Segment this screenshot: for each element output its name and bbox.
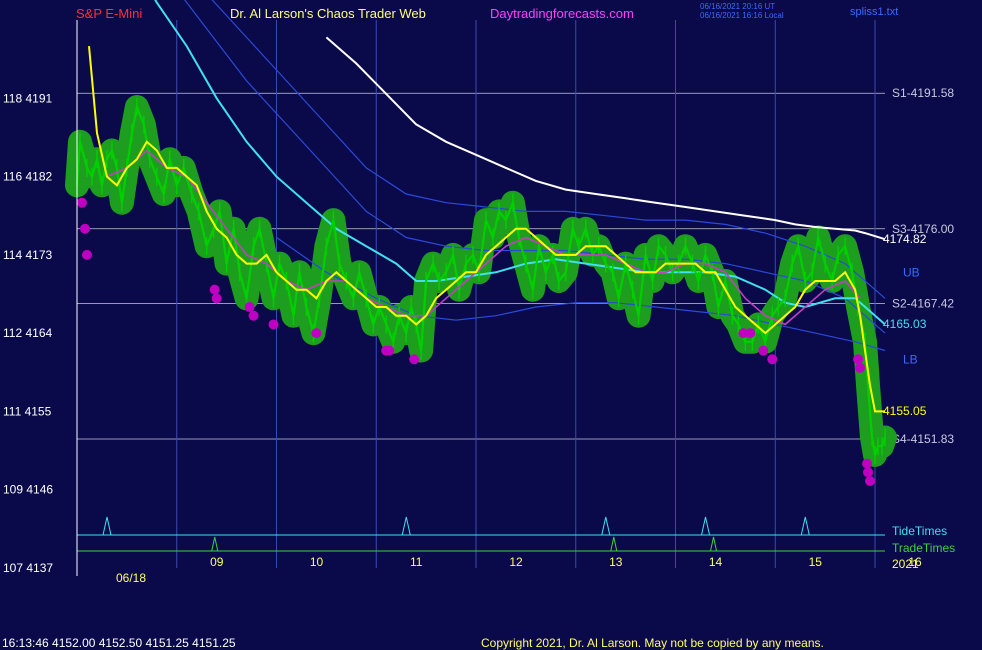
pivot-marker <box>853 354 864 365</box>
pivot-marker <box>79 223 90 234</box>
pivot-marker <box>248 310 259 321</box>
y-tick-label: 118 4191 <box>3 91 52 105</box>
price-series <box>75 46 887 464</box>
local-stamp: 06/16/2021 16:16 Local <box>700 11 784 20</box>
x-tick-label: 14 <box>709 555 723 569</box>
pivot-marker <box>865 476 876 487</box>
level-label: S4-4151.83 <box>892 432 954 446</box>
pivot-marker <box>76 197 87 208</box>
pivot-marker <box>81 249 92 260</box>
site-title: Dr. Al Larson's Chaos Trader Web <box>230 6 426 21</box>
pivot-marker <box>855 362 866 373</box>
y-tick-label: 111 4155 <box>3 404 52 418</box>
chart-canvas: S1-4191.58S3-4176.00S2-4167.42S4-4151.83… <box>3 0 955 585</box>
tide-spike <box>701 516 711 536</box>
x-tick-label: 12 <box>509 555 523 569</box>
utc-stamp: 06/16/2021 20:16 UT <box>700 2 776 11</box>
trade-times-label: TradeTimes <box>892 541 955 555</box>
x-tick-label: 15 <box>809 555 823 569</box>
x-tick-label: 09 <box>210 555 224 569</box>
y-tick-label: 112 4164 <box>3 326 52 340</box>
level-label: S2-4167.42 <box>892 296 954 310</box>
x-tick-label: 11 <box>410 555 423 569</box>
quote-readout: 16:13:46 4152.00 4152.50 4151.25 4151.25 <box>2 636 236 650</box>
pivot-marker <box>758 345 769 356</box>
x-start-label: 06/18 <box>116 571 146 585</box>
pivot-marker <box>209 284 220 295</box>
trade-spike <box>610 536 618 552</box>
end-value-label: 4155.05 <box>883 404 927 418</box>
pivot-marker <box>384 345 395 356</box>
x-end-label: 2021 <box>892 557 919 571</box>
tide-spike <box>401 516 411 536</box>
pivot-marker <box>745 328 756 339</box>
trade-spike <box>211 536 219 552</box>
upper-band-label: UB <box>903 266 920 280</box>
tide-spike <box>800 516 810 536</box>
y-tick-label: 114 4173 <box>3 248 52 262</box>
pivot-marker <box>268 319 279 330</box>
pivot-marker <box>863 467 874 478</box>
y-tick-label: 109 4146 <box>3 483 53 497</box>
copyright: Copyright 2021, Dr. Al Larson. May not b… <box>481 636 824 650</box>
price-glow <box>65 95 897 467</box>
price-glow-line <box>65 95 897 467</box>
instrument-title: S&P E-Mini <box>76 6 143 21</box>
y-tick-label: 107 4137 <box>3 561 53 575</box>
pivot-marker <box>862 458 873 469</box>
tide-spike <box>601 516 611 536</box>
site-url[interactable]: Daytradingforecasts.com <box>490 6 634 21</box>
pivot-marker <box>767 354 778 365</box>
x-tick-label: 13 <box>609 555 623 569</box>
y-tick-label: 116 4182 <box>3 170 52 184</box>
time-grid <box>76 20 876 568</box>
white-ma-line <box>325 36 886 241</box>
level-label: S1-4191.58 <box>892 86 954 100</box>
tide-spike <box>102 516 112 536</box>
lower-band-label: LB <box>903 353 918 367</box>
end-value-label: 4174.82 <box>883 232 927 246</box>
pivot-marker <box>409 354 420 365</box>
end-value-label: 4165.03 <box>883 317 927 331</box>
x-tick-label: 10 <box>310 555 324 569</box>
data-file: spliss1.txt <box>850 6 899 18</box>
pivot-marker <box>244 302 255 313</box>
tide-times-label: TideTimes <box>892 524 947 538</box>
pivot-marker <box>211 293 222 304</box>
pivot-marker <box>311 328 322 339</box>
tide-trade-spikes: TideTimes TradeTimes <box>77 516 955 555</box>
trade-spike <box>710 536 718 552</box>
